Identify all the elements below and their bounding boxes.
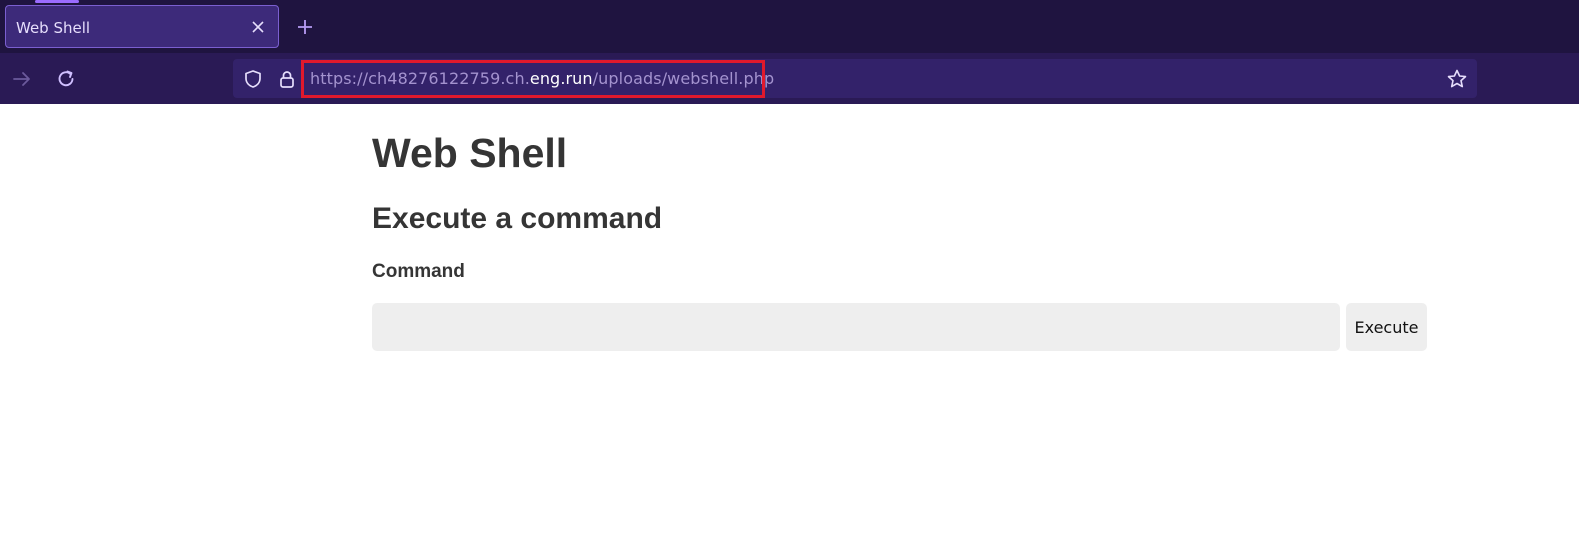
command-input[interactable]	[372, 303, 1340, 351]
execute-button[interactable]: Execute	[1346, 303, 1427, 351]
tab-title: Web Shell	[16, 19, 91, 37]
tab-active-indicator	[35, 0, 79, 3]
shield-icon[interactable]	[242, 68, 264, 90]
star-icon[interactable]	[1445, 67, 1469, 91]
command-label: Command	[372, 261, 465, 282]
forward-arrow-icon[interactable]	[8, 65, 36, 93]
address-bar[interactable]: https://ch48276122759.ch.eng.run/uploads…	[233, 59, 1477, 98]
url-highlight-box	[301, 60, 765, 98]
navigation-toolbar: https://ch48276122759.ch.eng.run/uploads…	[0, 53, 1579, 104]
section-title: Execute a command	[372, 202, 663, 235]
page-title: Web Shell	[372, 130, 568, 176]
lock-icon[interactable]	[276, 68, 298, 90]
reload-icon[interactable]	[52, 65, 80, 93]
browser-tab[interactable]: Web Shell	[5, 0, 279, 48]
close-icon[interactable]	[246, 15, 270, 39]
tab-strip: Web Shell	[0, 0, 1579, 53]
new-tab-plus-icon[interactable]	[292, 14, 318, 40]
